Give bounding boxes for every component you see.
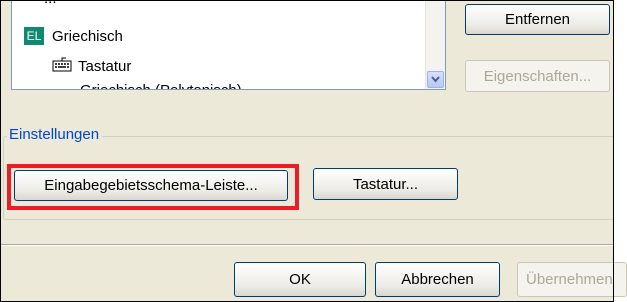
list-item[interactable]: Griechisch (Polytonisch) — [80, 82, 242, 89]
keyboard-settings-button[interactable]: Tastatur... — [313, 168, 458, 200]
cancel-button[interactable]: Abbrechen — [375, 262, 500, 297]
list-item-greek[interactable]: EL Griechisch — [24, 27, 123, 45]
settings-group-label: Einstellungen — [7, 126, 103, 143]
list-item-label: Tastatur — [78, 57, 132, 75]
list-item-label: Griechisch — [52, 27, 123, 45]
keyboard-icon — [52, 55, 72, 77]
chevron-down-icon — [431, 76, 440, 83]
list-item-label: ... — [44, 0, 57, 7]
apply-button[interactable]: Übernehmen — [517, 262, 627, 297]
installed-services-list[interactable]: ... EL Griechisch Tastatur Griechisch (P… — [11, 0, 446, 90]
properties-button[interactable]: Eigenschaften... — [465, 60, 610, 92]
dialog-frame: ... EL Griechisch Tastatur Griechisch (P… — [0, 0, 614, 302]
list-content: ... EL Griechisch Tastatur Griechisch (P… — [12, 0, 422, 89]
separator — [0, 244, 614, 246]
highlight-box — [7, 164, 299, 210]
list-item-keyboard[interactable]: Tastatur — [52, 55, 131, 77]
remove-button[interactable]: Entfernen — [465, 4, 610, 35]
scroll-down-button[interactable] — [427, 71, 444, 88]
vertical-scrollbar[interactable] — [425, 0, 445, 89]
list-item-label: Griechisch (Polytonisch) — [80, 82, 242, 89]
ok-button[interactable]: OK — [234, 262, 366, 297]
list-item[interactable]: ... — [44, 0, 57, 7]
language-badge: EL — [24, 27, 44, 45]
